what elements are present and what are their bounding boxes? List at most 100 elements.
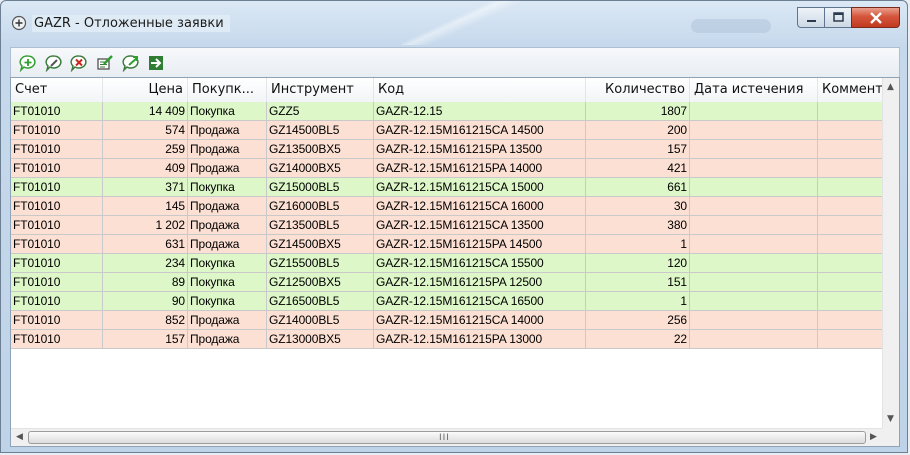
cell-quantity: 256 bbox=[586, 311, 690, 330]
cell-price: 157 bbox=[103, 330, 188, 349]
cell-account: FT01010 bbox=[11, 102, 103, 121]
cell-comment bbox=[818, 159, 884, 178]
cell-price: 371 bbox=[103, 178, 188, 197]
table-row[interactable]: FT01010 157 Продажа GZ13000BX5 GAZR-12.15M16… bbox=[11, 330, 884, 349]
column-header[interactable]: Дата истечения bbox=[690, 78, 818, 102]
edit-all-icon[interactable] bbox=[96, 54, 114, 72]
column-header[interactable]: Количество bbox=[586, 78, 690, 102]
cell-expiry bbox=[690, 330, 818, 349]
table-row[interactable]: FT01010 90 Покупка GZ16500BL5 GAZR-12.15M161… bbox=[11, 292, 884, 311]
table-row[interactable]: FT01010 631 Продажа GZ14500BX5 GAZR-12.15M16… bbox=[11, 235, 884, 254]
glass-reflection bbox=[401, 1, 531, 45]
cell-comment bbox=[818, 235, 884, 254]
export-icon[interactable] bbox=[147, 54, 165, 72]
table-row[interactable]: FT01010 371 Покупка GZ15000BL5 GAZR-12.15M16… bbox=[11, 178, 884, 197]
close-icon bbox=[870, 12, 882, 24]
cell-instrument: GZ14500BL5 bbox=[267, 121, 374, 140]
cell-code: GAZR-12.15 bbox=[374, 102, 586, 121]
vertical-scrollbar[interactable]: ▲ ▼ bbox=[882, 78, 899, 429]
cell-quantity: 1807 bbox=[586, 102, 690, 121]
glass-reflection bbox=[691, 19, 771, 33]
cell-code: GAZR-12.15M161215PA 14000 bbox=[374, 159, 586, 178]
cell-price: 14 409 bbox=[103, 102, 188, 121]
cell-price: 631 bbox=[103, 235, 188, 254]
cell-account: FT01010 bbox=[11, 140, 103, 159]
cell-instrument: GZ13500BL5 bbox=[267, 216, 374, 235]
add-order-icon[interactable] bbox=[19, 54, 37, 72]
cell-price: 89 bbox=[103, 273, 188, 292]
horizontal-scroll-thumb[interactable]: III bbox=[28, 431, 866, 444]
cell-comment bbox=[818, 292, 884, 311]
toolbar bbox=[10, 47, 900, 77]
cell-quantity: 1 bbox=[586, 235, 690, 254]
cell-price: 90 bbox=[103, 292, 188, 311]
cell-account: FT01010 bbox=[11, 311, 103, 330]
cell-comment bbox=[818, 197, 884, 216]
cell-quantity: 421 bbox=[586, 159, 690, 178]
cell-instrument: GZZ5 bbox=[267, 102, 374, 121]
table-row[interactable]: FT01010 145 Продажа GZ16000BL5 GAZR-12.15M16… bbox=[11, 197, 884, 216]
cell-comment bbox=[818, 178, 884, 197]
cell-code: GAZR-12.15M161215PA 13500 bbox=[374, 140, 586, 159]
window-title: GAZR - Отложенные заявки bbox=[32, 15, 230, 32]
cell-account: FT01010 bbox=[11, 330, 103, 349]
scroll-grip: III bbox=[439, 433, 450, 443]
scroll-corner bbox=[882, 428, 899, 446]
cell-expiry bbox=[690, 121, 818, 140]
horizontal-scrollbar[interactable]: ◀ III ▶ bbox=[11, 428, 884, 446]
cell-account: FT01010 bbox=[11, 178, 103, 197]
cell-account: FT01010 bbox=[11, 273, 103, 292]
cell-code: GAZR-12.15M161215CA 16500 bbox=[374, 292, 586, 311]
cell-comment bbox=[818, 273, 884, 292]
scroll-down-icon[interactable]: ▼ bbox=[887, 414, 894, 424]
column-header[interactable]: Коммент.. bbox=[818, 78, 884, 102]
cell-expiry bbox=[690, 140, 818, 159]
cell-comment bbox=[818, 102, 884, 121]
table-row[interactable]: FT01010 234 Покупка GZ15500BL5 GAZR-12.15M16… bbox=[11, 254, 884, 273]
maximize-button[interactable] bbox=[824, 7, 852, 28]
column-header[interactable]: Счет bbox=[11, 78, 103, 102]
cell-price: 409 bbox=[103, 159, 188, 178]
cell-expiry bbox=[690, 311, 818, 330]
table-row[interactable]: FT01010 1 202 Продажа GZ13500BL5 GAZR-12.15M… bbox=[11, 216, 884, 235]
cell-instrument: GZ16500BL5 bbox=[267, 292, 374, 311]
cell-operation: Продажа bbox=[188, 216, 267, 235]
app-icon bbox=[11, 15, 27, 31]
column-header[interactable]: Цена bbox=[103, 78, 188, 102]
execute-icon[interactable] bbox=[122, 54, 140, 72]
cell-quantity: 1 bbox=[586, 292, 690, 311]
close-button[interactable] bbox=[851, 7, 900, 28]
column-header[interactable]: Код bbox=[374, 78, 586, 102]
cell-instrument: GZ15500BL5 bbox=[267, 254, 374, 273]
table-row[interactable]: FT01010 409 Продажа GZ14000BX5 GAZR-12.15M16… bbox=[11, 159, 884, 178]
cell-quantity: 151 bbox=[586, 273, 690, 292]
cell-expiry bbox=[690, 292, 818, 311]
table-row[interactable]: FT01010 14 409 Покупка GZZ5 GAZR-12.15 1807 bbox=[11, 102, 884, 121]
column-header[interactable]: Покупк... bbox=[188, 78, 267, 102]
cell-code: GAZR-12.15M161215PA 14500 bbox=[374, 235, 586, 254]
table-row[interactable]: FT01010 852 Продажа GZ14000BL5 GAZR-12.15M16… bbox=[11, 311, 884, 330]
cell-operation: Покупка bbox=[188, 292, 267, 311]
cell-operation: Продажа bbox=[188, 311, 267, 330]
scroll-up-icon[interactable]: ▲ bbox=[887, 82, 894, 92]
scroll-left-icon[interactable]: ◀ bbox=[16, 432, 23, 442]
cell-account: FT01010 bbox=[11, 292, 103, 311]
column-header[interactable]: Инструмент bbox=[267, 78, 374, 102]
table-row[interactable]: FT01010 574 Продажа GZ14500BL5 GAZR-12.15M16… bbox=[11, 121, 884, 140]
cell-comment bbox=[818, 254, 884, 273]
minimize-button[interactable] bbox=[797, 7, 825, 28]
table-row[interactable]: FT01010 259 Продажа GZ13500BX5 GAZR-12.15M16… bbox=[11, 140, 884, 159]
edit-order-icon[interactable] bbox=[45, 54, 63, 72]
cell-operation: Покупка bbox=[188, 102, 267, 121]
table-row[interactable]: FT01010 89 Покупка GZ12500BX5 GAZR-12.15M161… bbox=[11, 273, 884, 292]
cell-operation: Продажа bbox=[188, 121, 267, 140]
title-bar[interactable]: GAZR - Отложенные заявки bbox=[1, 1, 907, 45]
cell-account: FT01010 bbox=[11, 197, 103, 216]
orders-table: Счет Цена Покупк... Инструмент Код Количество… bbox=[10, 77, 900, 447]
cell-operation: Покупка bbox=[188, 273, 267, 292]
scroll-right-icon[interactable]: ▶ bbox=[870, 432, 877, 442]
cell-code: GAZR-12.15M161215CA 13500 bbox=[374, 216, 586, 235]
delete-order-icon[interactable] bbox=[70, 54, 88, 72]
cell-operation: Покупка bbox=[188, 178, 267, 197]
cell-expiry bbox=[690, 216, 818, 235]
